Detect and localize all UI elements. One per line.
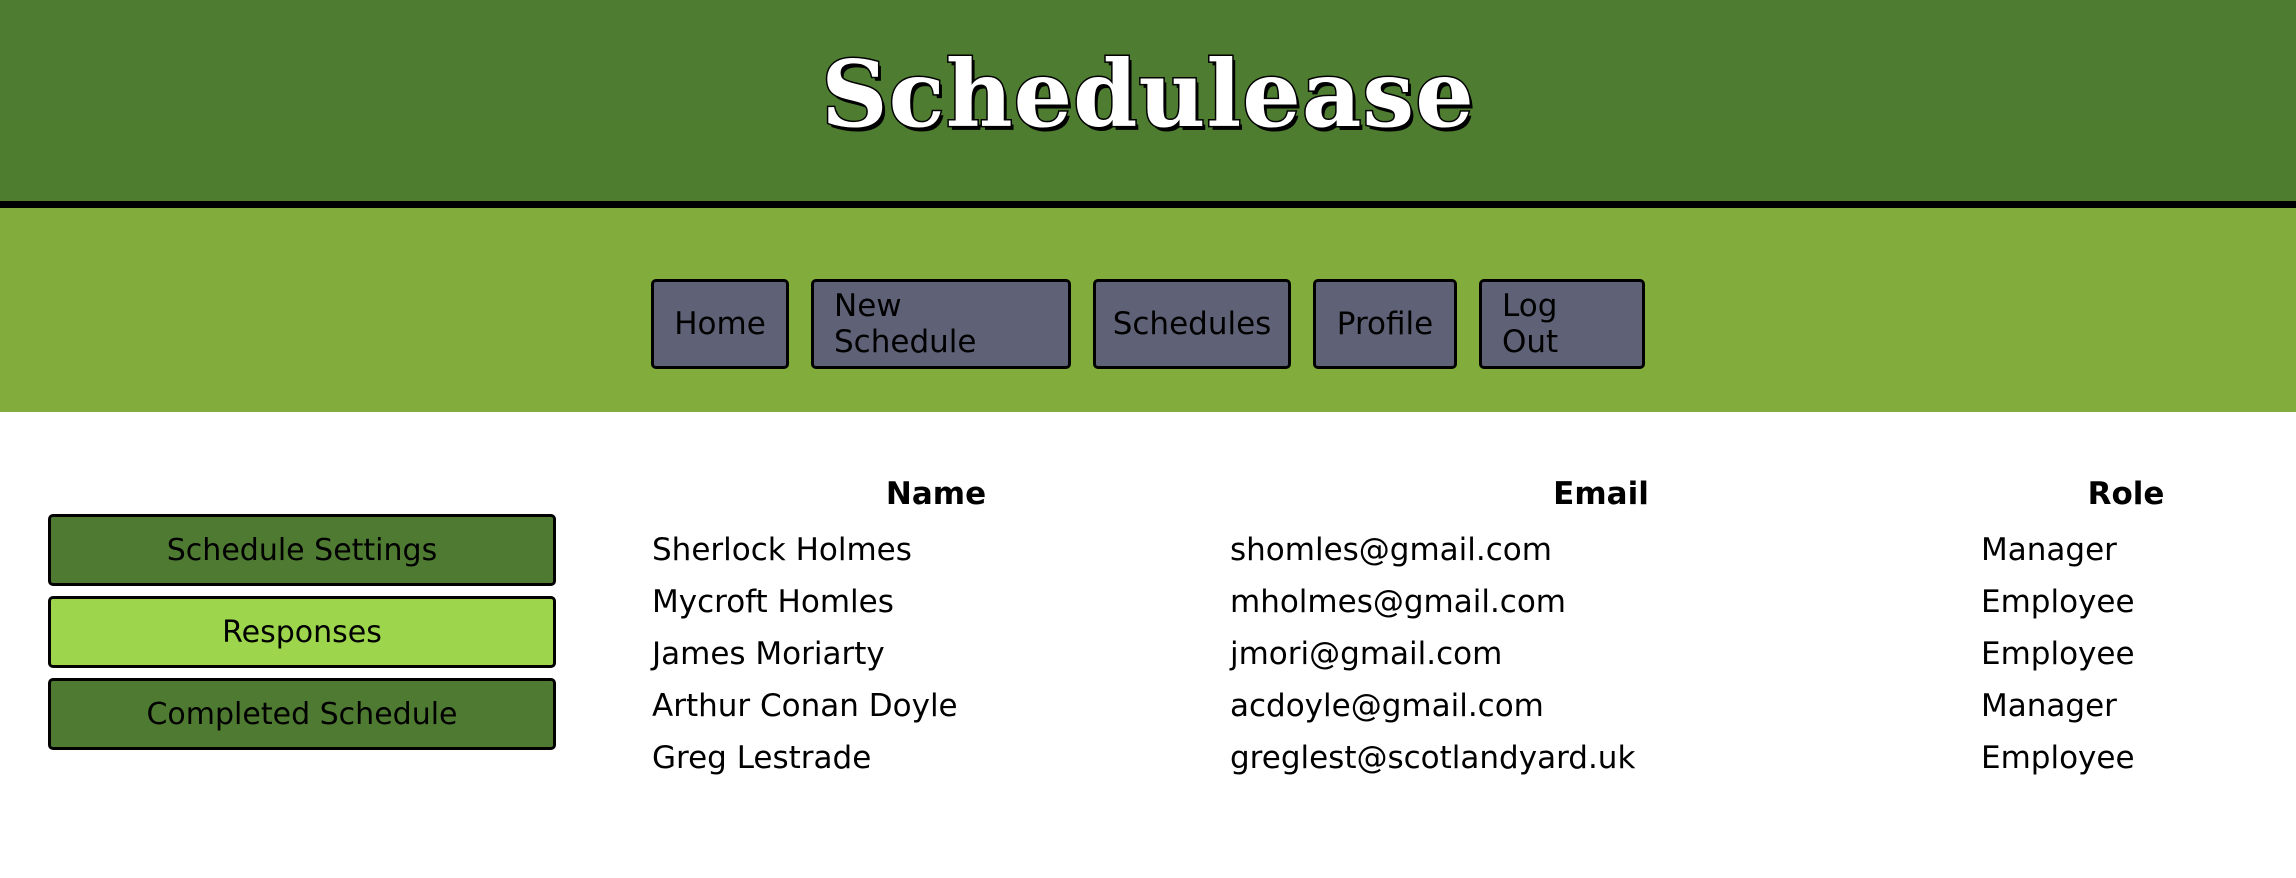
nav-bar: Home New Schedule Schedules Profile Log … <box>0 208 2296 412</box>
column-header-email: Email <box>1553 476 1649 512</box>
completed-schedule-button[interactable]: Completed Schedule <box>48 678 556 750</box>
table-row: Mycroft Homles mholmes@gmail.com Employe… <box>652 584 2252 636</box>
nav-button-group: Home New Schedule Schedules Profile Log … <box>651 279 1645 369</box>
app-header: Schedulease <box>0 0 2296 208</box>
name-cell: Sherlock Holmes <box>652 532 912 568</box>
name-cell: Arthur Conan Doyle <box>652 688 958 724</box>
name-cell: James Moriarty <box>652 636 885 672</box>
email-cell: acdoyle@gmail.com <box>1230 688 1544 724</box>
nav-new-schedule-button[interactable]: New Schedule <box>811 279 1071 369</box>
table-row: James Moriarty jmori@gmail.com Employee <box>652 636 2252 688</box>
role-cell: Manager <box>1981 532 2117 568</box>
schedule-settings-button[interactable]: Schedule Settings <box>48 514 556 586</box>
table-row: Sherlock Holmes shomles@gmail.com Manage… <box>652 532 2252 584</box>
nav-profile-button[interactable]: Profile <box>1313 279 1457 369</box>
name-cell: Mycroft Homles <box>652 584 894 620</box>
nav-log-out-button[interactable]: Log Out <box>1479 279 1645 369</box>
name-cell: Greg Lestrade <box>652 740 872 776</box>
responses-button[interactable]: Responses <box>48 596 556 668</box>
email-cell: greglest@scotlandyard.uk <box>1230 740 1636 776</box>
table-row: Greg Lestrade greglest@scotlandyard.uk E… <box>652 740 2252 792</box>
role-cell: Employee <box>1981 740 2135 776</box>
nav-home-button[interactable]: Home <box>651 279 789 369</box>
table-row: Arthur Conan Doyle acdoyle@gmail.com Man… <box>652 688 2252 740</box>
email-cell: jmori@gmail.com <box>1230 636 1503 672</box>
app-logo: Schedulease <box>820 38 1476 149</box>
email-cell: shomles@gmail.com <box>1230 532 1552 568</box>
role-cell: Manager <box>1981 688 2117 724</box>
schedule-sidebar: Schedule Settings Responses Completed Sc… <box>48 514 556 760</box>
column-header-name: Name <box>885 476 987 512</box>
role-cell: Employee <box>1981 584 2135 620</box>
nav-schedules-button[interactable]: Schedules <box>1093 279 1291 369</box>
email-cell: mholmes@gmail.com <box>1230 584 1567 620</box>
role-cell: Employee <box>1981 636 2135 672</box>
column-header-role: Role <box>2087 476 2165 512</box>
